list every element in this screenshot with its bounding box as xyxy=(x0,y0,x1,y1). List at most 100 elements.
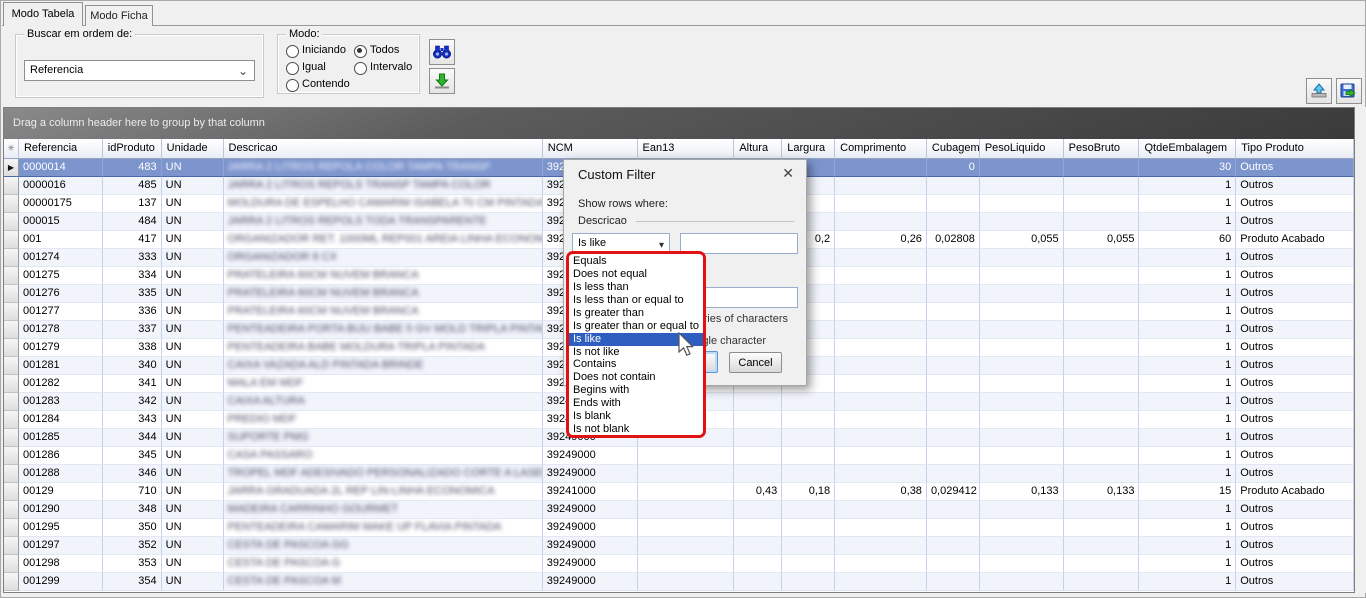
row-indicator[interactable] xyxy=(4,573,19,591)
cell-qtde[interactable]: 1 xyxy=(1139,357,1236,375)
cell-qtde[interactable]: 1 xyxy=(1139,573,1236,591)
cell-comprimento[interactable] xyxy=(835,285,927,303)
cell-cubagem[interactable] xyxy=(927,375,980,393)
row-indicator[interactable] xyxy=(4,411,19,429)
cell-tipo[interactable]: Produto Acabado xyxy=(1236,483,1354,501)
cell-comprimento[interactable] xyxy=(835,393,927,411)
cell-cubagem[interactable] xyxy=(927,249,980,267)
cell-comprimento[interactable] xyxy=(835,321,927,339)
cell-qtde[interactable]: 1 xyxy=(1139,177,1236,195)
cell-descricao[interactable]: PRATELEIRA 60CM NUVEM BRANCA xyxy=(224,267,543,285)
cell-descricao[interactable]: PRATELEIRA 60CM NUVEM BRANCA xyxy=(224,303,543,321)
cell-unidade[interactable]: UN xyxy=(162,429,224,447)
cell-comprimento[interactable] xyxy=(835,339,927,357)
cell-qtde[interactable]: 1 xyxy=(1139,501,1236,519)
row-indicator[interactable] xyxy=(4,555,19,573)
cell-pesoLiquido[interactable] xyxy=(980,285,1064,303)
cell-pesoBruto[interactable] xyxy=(1064,501,1140,519)
cell-referencia[interactable]: 001283 xyxy=(19,393,103,411)
cell-pesoBruto[interactable] xyxy=(1064,213,1140,231)
cell-cubagem[interactable] xyxy=(927,501,980,519)
cell-referencia[interactable]: 001281 xyxy=(19,357,103,375)
cell-idProduto[interactable]: 484 xyxy=(103,213,162,231)
column-header-ean13[interactable]: Ean13 xyxy=(638,139,735,159)
cell-cubagem[interactable] xyxy=(927,357,980,375)
cell-cubagem[interactable] xyxy=(927,537,980,555)
column-header-tipo[interactable]: Tipo Produto xyxy=(1236,139,1354,159)
cell-cubagem[interactable] xyxy=(927,429,980,447)
cell-tipo[interactable]: Outros xyxy=(1236,393,1354,411)
cell-idProduto[interactable]: 417 xyxy=(103,231,162,249)
cell-ncm[interactable]: 39249000 xyxy=(543,555,638,573)
cell-pesoLiquido[interactable] xyxy=(980,447,1064,465)
cell-pesoBruto[interactable] xyxy=(1064,573,1140,591)
cell-referencia[interactable]: 001290 xyxy=(19,501,103,519)
operator-option[interactable]: Ends with xyxy=(569,397,703,410)
cell-largura[interactable] xyxy=(782,501,835,519)
column-header-idProduto[interactable]: idProduto xyxy=(103,139,162,159)
cell-unidade[interactable]: UN xyxy=(162,339,224,357)
cell-qtde[interactable]: 1 xyxy=(1139,321,1236,339)
cell-pesoLiquido[interactable] xyxy=(980,159,1064,177)
operator-option[interactable]: Begins with xyxy=(569,384,703,397)
cell-idProduto[interactable]: 341 xyxy=(103,375,162,393)
cell-unidade[interactable]: UN xyxy=(162,465,224,483)
cell-idProduto[interactable]: 343 xyxy=(103,411,162,429)
cell-pesoBruto[interactable] xyxy=(1064,285,1140,303)
cell-descricao[interactable]: JARRA 2 LITROS REPOLS TODA TRANSPARENTE xyxy=(224,213,543,231)
cell-descricao[interactable]: ORGANIZADOR RET. 1000ML REP001 AREIA LIN… xyxy=(224,231,543,249)
column-header-comprimento[interactable]: Comprimento xyxy=(835,139,927,159)
cell-ncm[interactable]: 39241000 xyxy=(543,483,638,501)
cell-qtde[interactable]: 1 xyxy=(1139,267,1236,285)
cell-referencia[interactable]: 001285 xyxy=(19,429,103,447)
operator-option[interactable]: Is blank xyxy=(569,410,703,423)
cell-comprimento[interactable]: 0,26 xyxy=(835,231,927,249)
cell-pesoLiquido[interactable] xyxy=(980,501,1064,519)
radio-iniciando[interactable]: Iniciando xyxy=(286,44,346,58)
cell-unidade[interactable]: UN xyxy=(162,249,224,267)
cell-largura[interactable] xyxy=(782,393,835,411)
operator-option[interactable]: Is greater than xyxy=(569,307,703,320)
cell-pesoLiquido[interactable] xyxy=(980,411,1064,429)
column-header-referencia[interactable]: Referencia xyxy=(19,139,103,159)
cell-descricao[interactable]: CAIXA ALTURA xyxy=(224,393,543,411)
cell-unidade[interactable]: UN xyxy=(162,321,224,339)
operator-option[interactable]: Does not equal xyxy=(569,268,703,281)
cell-referencia[interactable]: 001279 xyxy=(19,339,103,357)
row-indicator[interactable] xyxy=(4,303,19,321)
cell-tipo[interactable]: Outros xyxy=(1236,573,1354,591)
cell-pesoLiquido[interactable] xyxy=(980,339,1064,357)
row-indicator[interactable] xyxy=(4,501,19,519)
cell-descricao[interactable]: TROPEL MDF ADESIVADO PERSONALIZADO CORTE… xyxy=(224,465,543,483)
cell-referencia[interactable]: 001297 xyxy=(19,537,103,555)
operator-option[interactable]: Is greater than or equal to xyxy=(569,320,703,333)
cell-pesoLiquido[interactable] xyxy=(980,573,1064,591)
cell-unidade[interactable]: UN xyxy=(162,177,224,195)
row-indicator[interactable] xyxy=(4,177,19,195)
cell-tipo[interactable]: Outros xyxy=(1236,177,1354,195)
cell-altura[interactable] xyxy=(734,519,782,537)
cell-altura[interactable] xyxy=(734,447,782,465)
row-indicator[interactable] xyxy=(4,375,19,393)
column-header-qtde[interactable]: QtdeEmbalagem xyxy=(1139,139,1236,159)
cell-largura[interactable] xyxy=(782,555,835,573)
row-indicator[interactable]: ▶ xyxy=(4,159,19,177)
cell-pesoLiquido[interactable] xyxy=(980,519,1064,537)
table-row[interactable]: 001299354UNCESTA DE PASCOA M392490001Out… xyxy=(4,573,1354,591)
cell-unidade[interactable]: UN xyxy=(162,483,224,501)
cell-comprimento[interactable] xyxy=(835,519,927,537)
cell-pesoBruto[interactable] xyxy=(1064,195,1140,213)
cell-altura[interactable] xyxy=(734,555,782,573)
row-indicator[interactable] xyxy=(4,429,19,447)
cell-cubagem[interactable]: 0,029412 xyxy=(927,483,980,501)
cell-pesoBruto[interactable] xyxy=(1064,429,1140,447)
cell-pesoBruto[interactable] xyxy=(1064,447,1140,465)
operator-option[interactable]: Is not blank xyxy=(569,423,703,436)
cell-pesoLiquido[interactable] xyxy=(980,555,1064,573)
cell-unidade[interactable]: UN xyxy=(162,285,224,303)
operator-option[interactable]: Is less than or equal to xyxy=(569,294,703,307)
cell-cubagem[interactable] xyxy=(927,267,980,285)
cell-referencia[interactable]: 001276 xyxy=(19,285,103,303)
row-indicator[interactable] xyxy=(4,195,19,213)
cell-tipo[interactable]: Outros xyxy=(1236,411,1354,429)
